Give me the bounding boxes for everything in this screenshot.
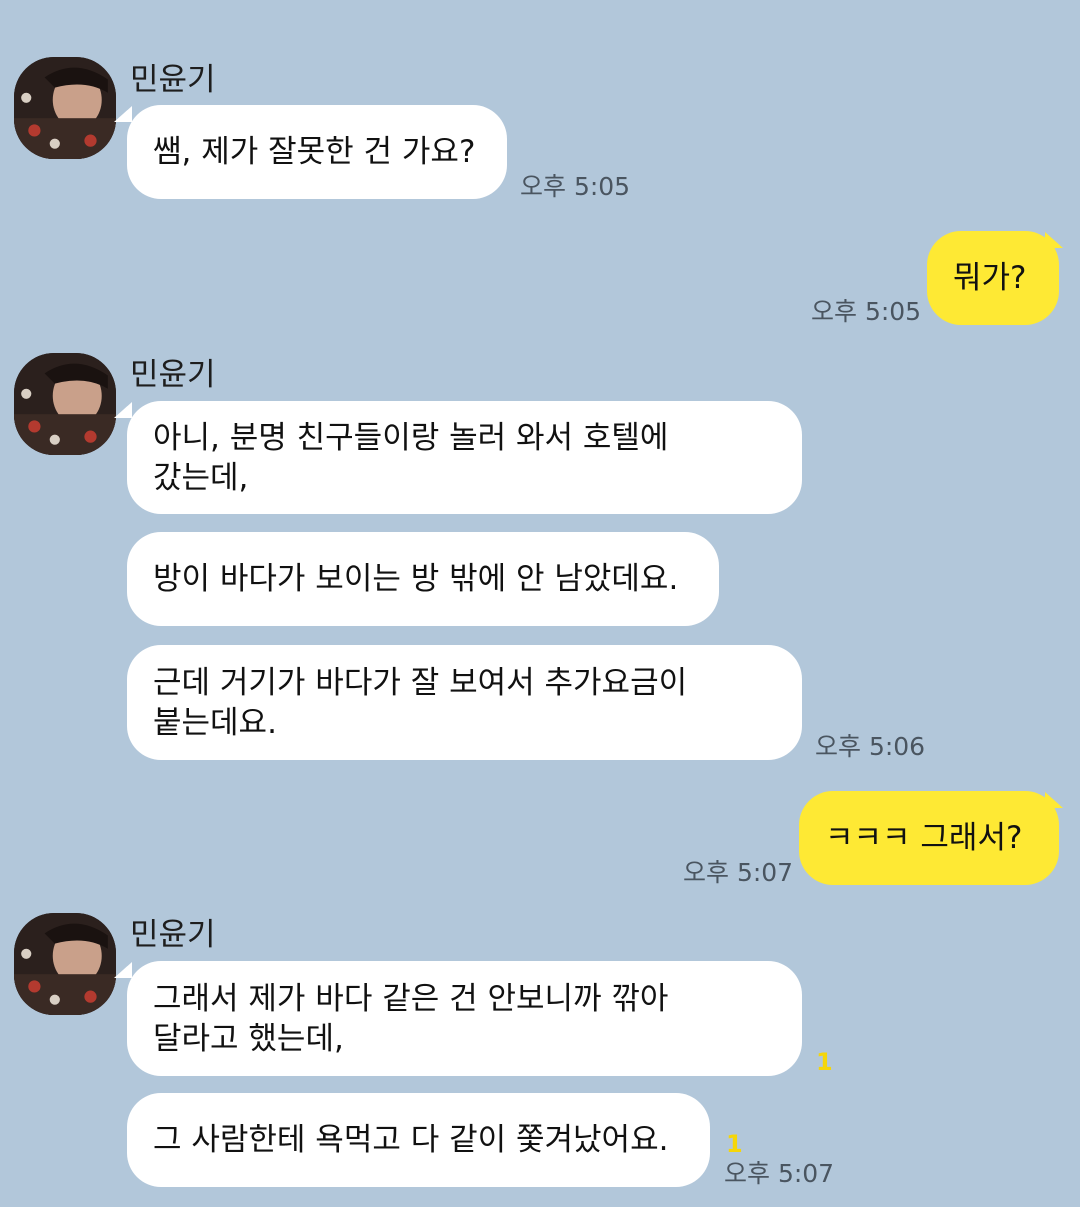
message-bubble-outgoing[interactable]: 뭐가?	[927, 231, 1059, 325]
avatar[interactable]	[14, 913, 116, 1015]
profile-photo-icon	[14, 913, 116, 1015]
message-text: 쌤, 제가 잘못한 건 가요?	[153, 134, 476, 170]
message-time: 오후 5:05	[811, 297, 922, 326]
message-time: 오후 5:06	[815, 732, 926, 761]
message-bubble-incoming[interactable]: 근데 거기가 바다가 잘 보여서 추가요금이 붙는데요.	[127, 645, 802, 760]
profile-photo-icon	[14, 353, 116, 455]
message-bubble-incoming[interactable]: 그 사람한테 욕먹고 다 같이 쫓겨났어요.	[127, 1093, 710, 1187]
message-text-line: 갔는데,	[153, 459, 249, 496]
message-text-line: 그래서 제가 바다 같은 건 안보니까 깎아	[153, 980, 669, 1017]
avatar[interactable]	[14, 57, 116, 159]
message-text: ㅋㅋㅋ 그래서?	[825, 820, 1023, 856]
message-time: 오후 5:07	[683, 858, 794, 887]
message-bubble-outgoing[interactable]: ㅋㅋㅋ 그래서?	[799, 791, 1059, 885]
message-time: 오후 5:05	[520, 172, 631, 201]
bubble-tail	[114, 402, 132, 418]
sender-name: 민윤기	[130, 917, 216, 953]
message-bubble-incoming[interactable]: 쌤, 제가 잘못한 건 가요?	[127, 105, 507, 199]
avatar[interactable]	[14, 353, 116, 455]
bubble-tail	[114, 962, 132, 978]
message-text: 그 사람한테 욕먹고 다 같이 쫓겨났어요.	[153, 1122, 669, 1158]
message-text: 뭐가?	[953, 260, 1027, 296]
message-text: 방이 바다가 보이는 방 밖에 안 남았데요.	[153, 561, 679, 597]
sender-name: 민윤기	[130, 357, 216, 393]
chat-room: 민윤기 쌤, 제가 잘못한 건 가요? 오후 5:05 뭐가? 오후 5:05 …	[0, 0, 1080, 1207]
message-bubble-incoming[interactable]: 방이 바다가 보이는 방 밖에 안 남았데요.	[127, 532, 719, 626]
message-text-line: 아니, 분명 친구들이랑 놀러 와서 호텔에	[153, 419, 669, 456]
unread-count: 1	[726, 1130, 743, 1158]
message-text-line: 달라고 했는데,	[153, 1020, 344, 1057]
bubble-tail	[114, 106, 132, 122]
profile-photo-icon	[14, 57, 116, 159]
message-text-line: 근데 거기가 바다가 잘 보여서 추가요금이	[153, 664, 688, 701]
unread-count: 1	[816, 1048, 833, 1076]
message-time: 오후 5:07	[724, 1159, 835, 1188]
sender-name: 민윤기	[130, 62, 216, 98]
message-text-line: 붙는데요.	[153, 704, 277, 741]
message-bubble-incoming[interactable]: 아니, 분명 친구들이랑 놀러 와서 호텔에 갔는데,	[127, 401, 802, 514]
message-bubble-incoming[interactable]: 그래서 제가 바다 같은 건 안보니까 깎아 달라고 했는데,	[127, 961, 802, 1076]
